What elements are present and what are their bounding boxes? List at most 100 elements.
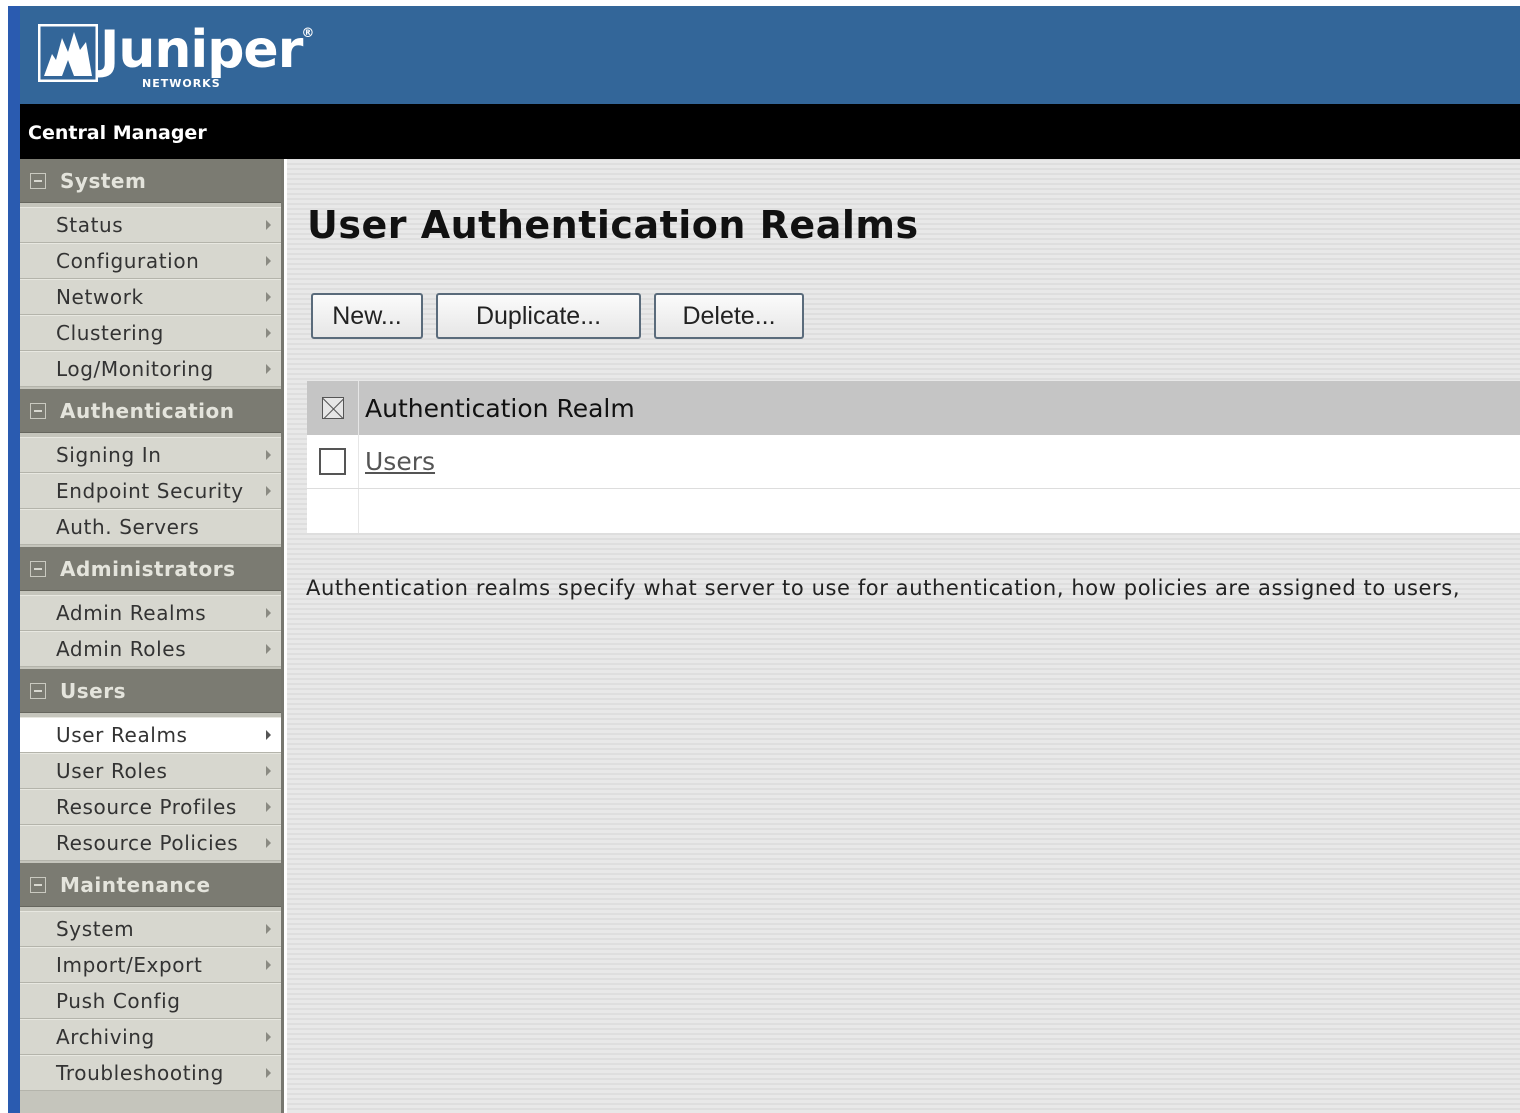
sidebar-section-label: Administrators: [60, 556, 236, 581]
sidebar-section-items: User Realms User Roles Resource Profiles Re…: [20, 713, 281, 863]
collapse-icon[interactable]: [30, 172, 46, 189]
product-title: Central Manager: [28, 122, 207, 144]
submenu-arrow-icon: [266, 608, 271, 618]
sidebar-item-archiving[interactable]: Archiving: [20, 1019, 281, 1055]
sidebar-item-log-monitoring[interactable]: Log/Monitoring: [20, 351, 281, 387]
select-all-checkbox-icon[interactable]: [321, 397, 344, 419]
sidebar-item-push-config[interactable]: Push Config: [20, 983, 281, 1019]
duplicate-button[interactable]: Duplicate...: [436, 293, 641, 339]
product-title-bar: Central Manager: [20, 104, 1520, 159]
sidebar-item-endpoint-security[interactable]: Endpoint Security: [20, 473, 281, 509]
submenu-arrow-icon: [266, 486, 271, 496]
window-frame-border: [8, 6, 20, 1113]
realms-table: Authentication Realm Users: [307, 381, 1520, 533]
sidebar-section-items: System Import/Export Push Config Archiving T…: [20, 907, 281, 1093]
sidebar-item-user-realms[interactable]: User Realms: [20, 717, 281, 753]
column-header-authentication-realm[interactable]: Authentication Realm: [359, 394, 635, 423]
submenu-arrow-icon: [266, 1068, 271, 1078]
realm-link-users[interactable]: Users: [359, 447, 435, 476]
sidebar-item-label: Archiving: [56, 1025, 155, 1049]
submenu-arrow-icon: [266, 766, 271, 776]
sidebar-item-signing-in[interactable]: Signing In: [20, 437, 281, 473]
sidebar-item-network[interactable]: Network: [20, 279, 281, 315]
sidebar-section-items: Signing In Endpoint Security Auth. Servers: [20, 433, 281, 547]
sidebar-item-label: Network: [56, 285, 144, 309]
sidebar-section-users[interactable]: Users: [20, 669, 281, 713]
sidebar-item-label: Status: [56, 213, 124, 237]
sidebar-navigation: System Status Configuration Network Clusteri…: [20, 159, 284, 1113]
submenu-arrow-icon: [266, 256, 271, 266]
sidebar-item-label: Log/Monitoring: [56, 357, 214, 381]
sidebar-item-auth-servers[interactable]: Auth. Servers: [20, 509, 281, 545]
page-description: Authentication realms specify what serve…: [306, 576, 1461, 600]
submenu-arrow-icon: [266, 924, 271, 934]
page-title: User Authentication Realms: [307, 203, 919, 247]
sidebar-section-label: Users: [60, 678, 126, 703]
sidebar-section-items: Admin Realms Admin Roles: [20, 591, 281, 669]
sidebar-section-label: Maintenance: [60, 872, 211, 897]
juniper-tree-logo-icon: [38, 24, 98, 82]
collapse-icon[interactable]: [30, 682, 46, 699]
sidebar-item-label: Endpoint Security: [56, 479, 244, 503]
sidebar-section-system[interactable]: System: [20, 159, 281, 203]
sidebar-item-label: System: [56, 917, 135, 941]
sidebar-item-label: Configuration: [56, 249, 200, 273]
sidebar-item-clustering[interactable]: Clustering: [20, 315, 281, 351]
sidebar-footer: [20, 1093, 281, 1113]
collapse-icon[interactable]: [30, 402, 46, 419]
sidebar-item-label: Resource Policies: [56, 831, 239, 855]
table-empty-row: [307, 489, 1520, 533]
collapse-icon[interactable]: [30, 560, 46, 577]
submenu-arrow-icon: [266, 960, 271, 970]
sidebar-item-troubleshooting[interactable]: Troubleshooting: [20, 1055, 281, 1091]
select-all-cell: [307, 381, 359, 435]
sidebar-item-admin-realms[interactable]: Admin Realms: [20, 595, 281, 631]
table-row: Users: [307, 435, 1520, 489]
sidebar-item-label: User Realms: [56, 723, 188, 747]
sidebar-item-user-roles[interactable]: User Roles: [20, 753, 281, 789]
sidebar-item-resource-profiles[interactable]: Resource Profiles: [20, 789, 281, 825]
sidebar-section-items: Status Configuration Network Clustering Log/…: [20, 203, 281, 389]
delete-button[interactable]: Delete...: [654, 293, 804, 339]
window-frame-left: [0, 0, 8, 1113]
submenu-arrow-icon: [266, 364, 271, 374]
submenu-arrow-icon: [266, 450, 271, 460]
sidebar-item-label: User Roles: [56, 759, 168, 783]
sidebar-item-label: Clustering: [56, 321, 164, 345]
sidebar-item-system[interactable]: System: [20, 911, 281, 947]
submenu-arrow-icon: [266, 292, 271, 302]
collapse-icon[interactable]: [30, 876, 46, 893]
sidebar-item-label: Troubleshooting: [56, 1061, 224, 1085]
submenu-arrow-icon: [266, 220, 271, 230]
app-header: Juniper ® NETWORKS: [20, 6, 1520, 104]
empty-row-cell: [307, 489, 359, 533]
sidebar-item-label: Push Config: [56, 989, 181, 1013]
sidebar-item-resource-policies[interactable]: Resource Policies: [20, 825, 281, 861]
new-button[interactable]: New...: [311, 293, 423, 339]
sidebar-item-label: Admin Realms: [56, 601, 207, 625]
submenu-arrow-icon: [266, 644, 271, 654]
submenu-arrow-icon: [266, 328, 271, 338]
sidebar-item-configuration[interactable]: Configuration: [20, 243, 281, 279]
sidebar-item-import-export[interactable]: Import/Export: [20, 947, 281, 983]
submenu-arrow-icon: [266, 1032, 271, 1042]
submenu-arrow-icon: [266, 802, 271, 812]
logo-subtitle: NETWORKS: [142, 77, 221, 90]
sidebar-section-label: System: [60, 168, 147, 193]
logo-wordmark: Juniper: [100, 20, 303, 80]
sidebar-item-label: Resource Profiles: [56, 795, 237, 819]
sidebar-section-administrators[interactable]: Administrators: [20, 547, 281, 591]
sidebar-section-maintenance[interactable]: Maintenance: [20, 863, 281, 907]
submenu-arrow-icon: [266, 730, 271, 740]
juniper-logo[interactable]: Juniper ® NETWORKS: [38, 20, 314, 90]
sidebar-item-label: Import/Export: [56, 953, 203, 977]
table-header: Authentication Realm: [307, 381, 1520, 435]
row-checkbox[interactable]: [319, 448, 346, 475]
sidebar-item-admin-roles[interactable]: Admin Roles: [20, 631, 281, 667]
sidebar-item-label: Signing In: [56, 443, 162, 467]
sidebar-item-status[interactable]: Status: [20, 207, 281, 243]
row-checkbox-cell: [307, 435, 359, 488]
sidebar-section-authentication[interactable]: Authentication: [20, 389, 281, 433]
sidebar-item-label: Auth. Servers: [56, 515, 200, 539]
submenu-arrow-icon: [266, 838, 271, 848]
